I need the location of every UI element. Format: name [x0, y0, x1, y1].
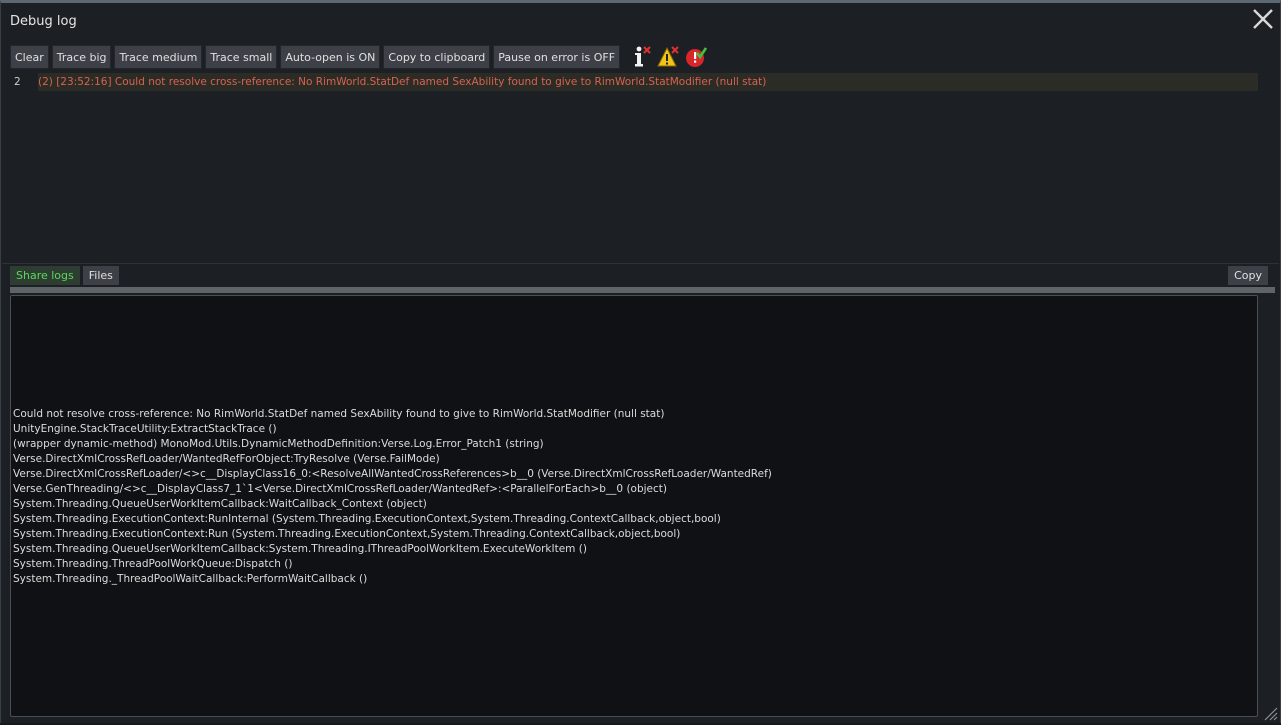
- error-check-icon: [686, 47, 708, 67]
- tab-share-logs[interactable]: Share logs: [10, 266, 80, 285]
- log-entry-message[interactable]: (2) [23:52:16] Could not resolve cross-r…: [38, 73, 1258, 91]
- close-icon: [1253, 9, 1273, 29]
- show-errors-button[interactable]: [683, 44, 709, 70]
- trace-line: Could not resolve cross-reference: No Ri…: [13, 408, 665, 420]
- copy-to-clipboard-button[interactable]: Copy to clipboard: [383, 45, 491, 69]
- trace-small-button[interactable]: Trace small: [205, 45, 278, 69]
- trace-line: Verse.DirectXmlCrossRefLoader/WantedRefF…: [13, 453, 440, 465]
- pane-splitter: [2, 263, 1279, 264]
- trace-line: (wrapper dynamic-method) MonoMod.Utils.D…: [13, 438, 544, 450]
- window-title: Debug log: [10, 14, 77, 29]
- clear-messages-button[interactable]: [629, 44, 655, 70]
- window-resize-grip[interactable]: [1262, 705, 1278, 721]
- clear-warnings-button[interactable]: [656, 44, 682, 70]
- trace-line: Verse.GenThreading/<>c__DisplayClass7_1`…: [13, 483, 667, 495]
- info-clear-icon: [635, 46, 651, 67]
- stack-trace-panel[interactable]: Could not resolve cross-reference: No Ri…: [10, 295, 1258, 717]
- log-entry[interactable]: 2 (2) [23:52:16] Could not resolve cross…: [10, 73, 1258, 91]
- trace-line: System.Threading.QueueUserWorkItemCallba…: [13, 498, 427, 510]
- trace-line: UnityEngine.StackTraceUtility:ExtractSta…: [13, 423, 277, 435]
- tab-files[interactable]: Files: [82, 266, 119, 285]
- resize-grip-icon: [1264, 707, 1278, 721]
- close-button[interactable]: [1250, 6, 1276, 32]
- log-entry-count: 2: [14, 76, 21, 88]
- trace-line: System.Threading.ExecutionContext:Run (S…: [13, 528, 681, 540]
- detail-tabs: Share logs Files: [10, 266, 122, 285]
- clear-button[interactable]: Clear: [10, 45, 49, 69]
- debug-log-window: Debug log Clear Trace big Trace medium T…: [0, 0, 1281, 723]
- toolbar: Clear Trace big Trace medium Trace small…: [10, 44, 709, 70]
- pause-on-error-toggle[interactable]: Pause on error is OFF: [493, 45, 621, 69]
- trace-line: System.Threading.ThreadPoolWorkQueue:Dis…: [13, 558, 293, 570]
- trace-line: System.Threading.QueueUserWorkItemCallba…: [13, 543, 587, 555]
- trace-medium-button[interactable]: Trace medium: [114, 45, 203, 69]
- trace-big-button[interactable]: Trace big: [51, 45, 112, 69]
- auto-open-toggle[interactable]: Auto-open is ON: [280, 45, 381, 69]
- resize-divider[interactable]: [10, 287, 1275, 293]
- copy-button[interactable]: Copy: [1228, 266, 1268, 285]
- warning-clear-icon: [657, 46, 679, 67]
- log-message-list[interactable]: 2 (2) [23:52:16] Could not resolve cross…: [10, 73, 1258, 261]
- trace-line: Verse.DirectXmlCrossRefLoader/<>c__Displ…: [13, 468, 772, 480]
- trace-line: System.Threading._ThreadPoolWaitCallback…: [13, 573, 368, 585]
- trace-line: System.Threading.ExecutionContext:RunInt…: [13, 513, 721, 525]
